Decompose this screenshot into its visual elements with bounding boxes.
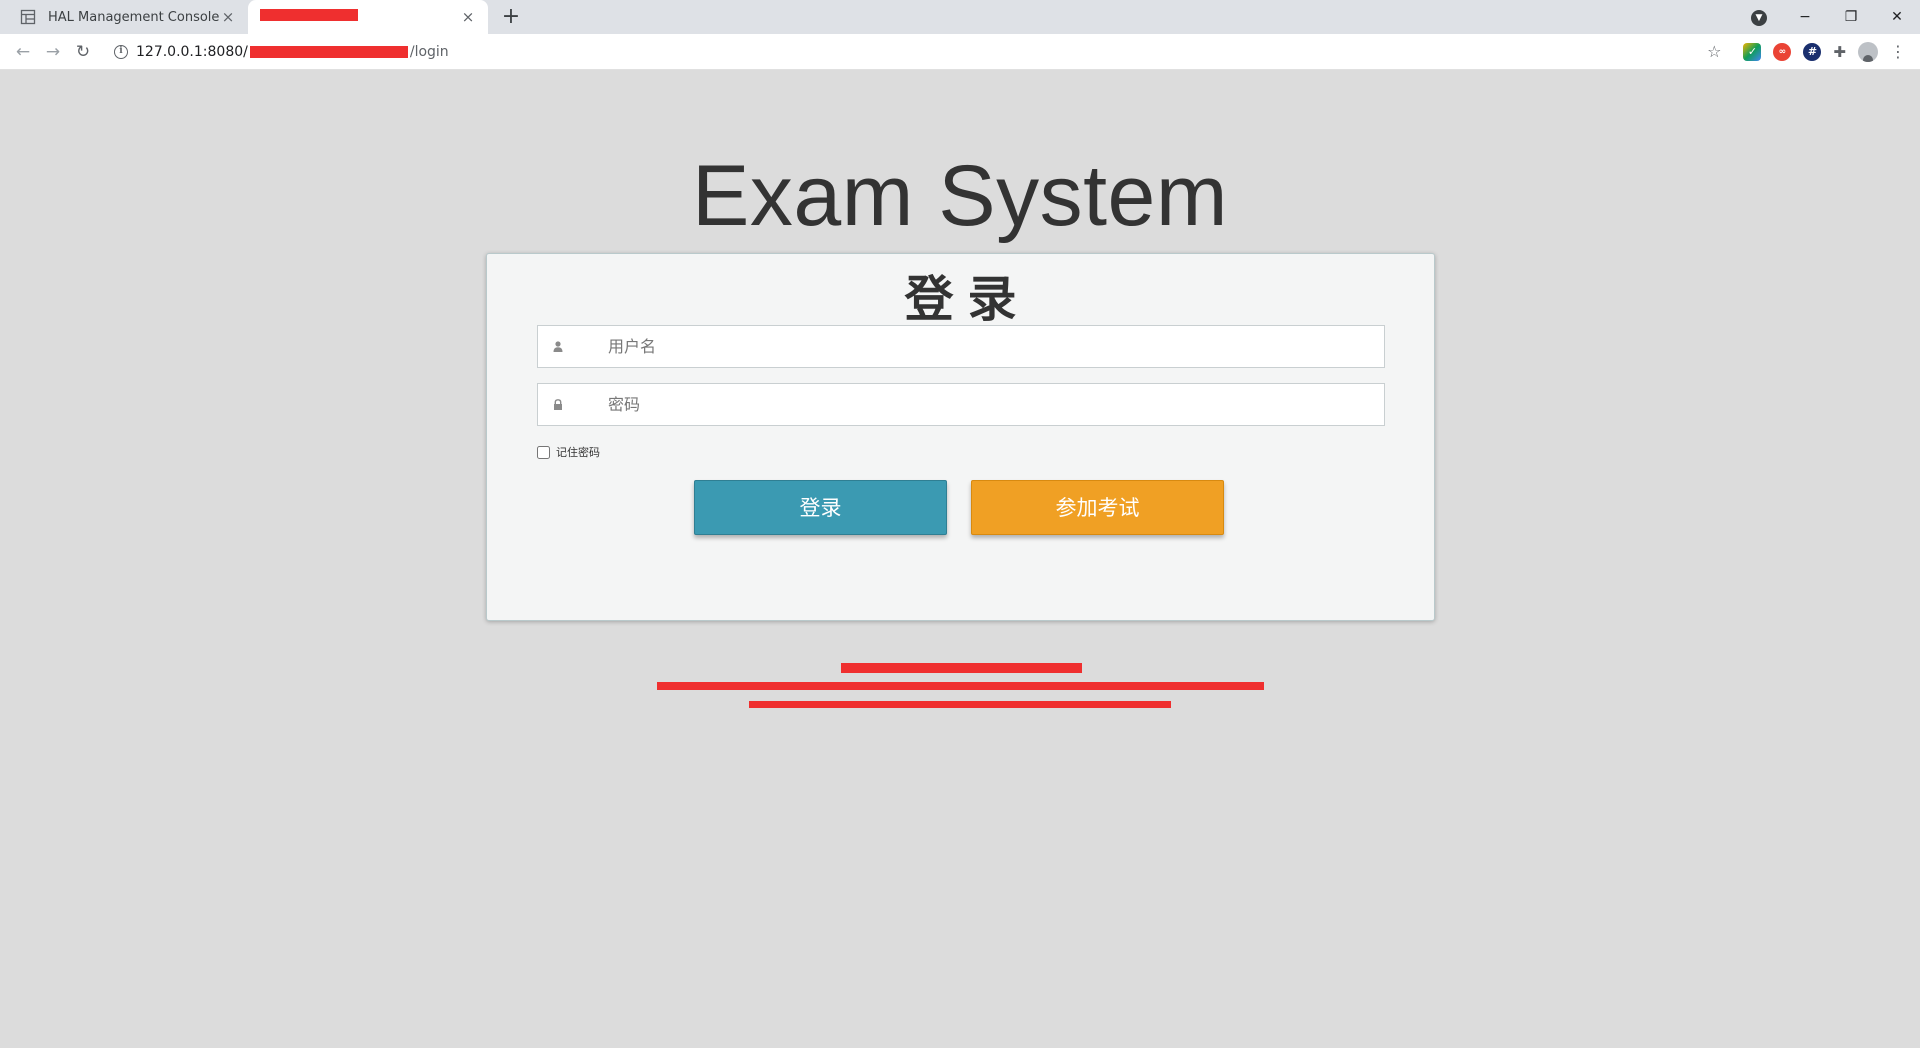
redaction-bar (841, 663, 1082, 673)
redaction-bar (260, 9, 358, 21)
take-exam-button[interactable]: 参加考试 (971, 480, 1224, 535)
address-bar[interactable]: i 127.0.0.1:8080/ /login ☆ (106, 37, 1729, 67)
login-button[interactable]: 登录 (694, 480, 947, 535)
password-field (537, 383, 1385, 426)
star-icon[interactable]: ☆ (1707, 42, 1721, 61)
lock-icon (538, 399, 578, 410)
window-controls: ▼ − ❐ ✕ (1736, 0, 1920, 34)
info-icon[interactable]: i (114, 44, 128, 59)
tab-title-redacted (260, 9, 460, 25)
redaction-bar (657, 682, 1264, 690)
tab-strip: HAL Management Console × × + ▼ − ❐ ✕ (0, 0, 1920, 34)
extension-icon[interactable]: ∞ (1773, 42, 1792, 61)
extensions-area: ✓ ∞ # ✚ ⋮ (1737, 41, 1912, 62)
page-title: Exam System (692, 148, 1228, 244)
tab-exam-login[interactable]: × (248, 0, 488, 34)
tab-hal-console[interactable]: HAL Management Console × (8, 0, 248, 34)
url-path: /login (409, 43, 449, 60)
extension-icon[interactable]: ✓ (1743, 42, 1762, 61)
back-button[interactable]: ← (8, 37, 38, 67)
puzzle-icon[interactable]: ✚ (1833, 43, 1846, 61)
forward-button[interactable]: → (38, 37, 68, 67)
new-tab-button[interactable]: + (498, 4, 524, 30)
menu-icon[interactable]: ⋮ (1890, 42, 1906, 61)
chevron-down-icon: ▼ (1751, 10, 1767, 26)
browser-chrome: HAL Management Console × × + ▼ − ❐ ✕ ← →… (0, 0, 1920, 70)
remember-checkbox[interactable] (537, 445, 550, 459)
tab-title: HAL Management Console (48, 9, 220, 25)
browser-toolbar: ← → ↻ i 127.0.0.1:8080/ /login ☆ ✓ ∞ # ✚… (0, 34, 1920, 70)
url-host: 127.0.0.1:8080/ (136, 43, 248, 60)
password-input[interactable] (578, 384, 1384, 425)
extension-icon[interactable]: # (1803, 42, 1822, 61)
minimize-button[interactable]: − (1782, 9, 1828, 25)
redaction-bar (749, 701, 1171, 708)
user-icon (538, 341, 578, 352)
username-field (537, 325, 1385, 368)
profile-icon[interactable] (1858, 41, 1878, 62)
reload-button[interactable]: ↻ (68, 37, 98, 67)
page-content: Exam System 登录 记住密码 登录 参加考试 (0, 70, 1920, 1048)
page-favicon-icon (20, 9, 36, 25)
tab-close-icon[interactable]: × (220, 8, 236, 26)
remember-label: 记住密码 (556, 446, 600, 459)
remember-password[interactable]: 记住密码 (537, 444, 600, 460)
tab-close-icon[interactable]: × (460, 8, 476, 26)
restore-button[interactable]: ❐ (1828, 9, 1874, 25)
redaction-bar (249, 45, 408, 58)
login-card: 登录 记住密码 登录 参加考试 (486, 253, 1435, 621)
tab-search-button[interactable]: ▼ (1736, 8, 1782, 26)
username-input[interactable] (578, 326, 1384, 367)
close-window-button[interactable]: ✕ (1874, 9, 1920, 25)
login-heading: 登录 (904, 271, 1031, 328)
